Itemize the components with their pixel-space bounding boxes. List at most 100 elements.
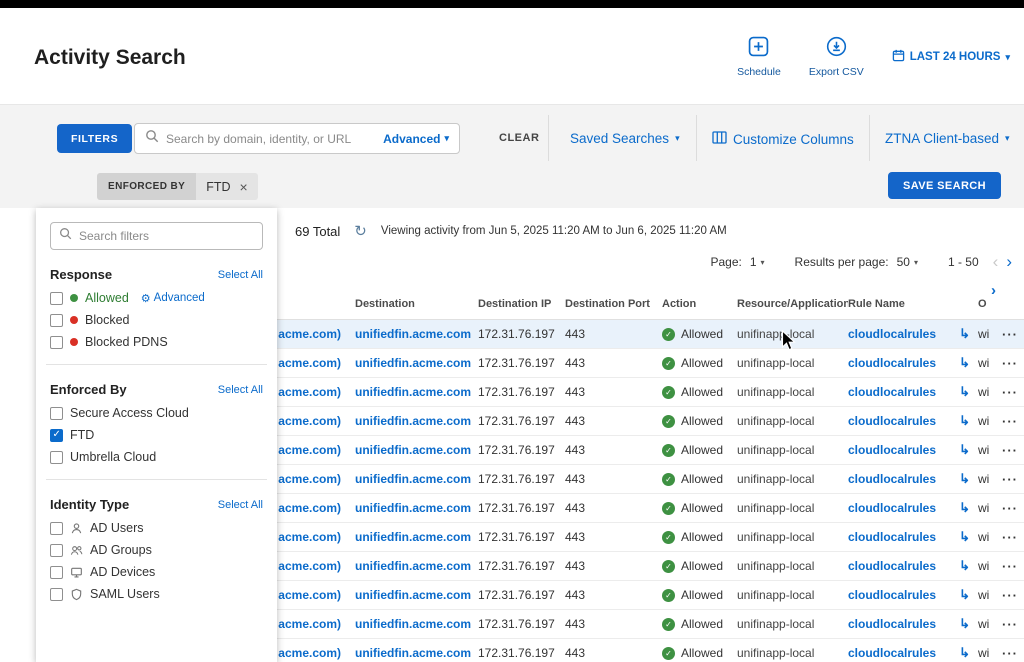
secure-access-cloud-checkbox[interactable] [50,407,63,420]
search-input[interactable] [166,132,376,146]
view-mode-dropdown[interactable]: ZTNA Client-based ▾ [885,131,1010,146]
jump-to-rule-icon[interactable]: ↳ [959,384,970,400]
jump-to-rule-icon[interactable]: ↳ [959,413,970,429]
saml-users-checkbox[interactable] [50,588,63,601]
jump-to-rule-icon[interactable]: ↳ [959,558,970,574]
table-row[interactable]: acme.com) unifiedfin.acme.com 172.31.76.… [277,610,1024,639]
destination-link[interactable]: unifiedfin.acme.com [355,530,478,544]
source-cell[interactable]: acme.com) [277,646,355,660]
table-row[interactable]: acme.com) unifiedfin.acme.com 172.31.76.… [277,465,1024,494]
row-menu-icon[interactable]: ··· [1002,501,1018,516]
column-header-truncated[interactable]: O [978,298,1002,310]
jump-to-rule-icon[interactable]: ↳ [959,616,970,632]
jump-to-rule-icon[interactable]: ↳ [959,500,970,516]
column-header-resource-application[interactable]: Resource/Application [737,298,848,310]
time-range-selector[interactable]: LAST 24 HOURS ▾ [892,49,1010,65]
destination-link[interactable]: unifiedfin.acme.com [355,356,478,370]
row-menu-icon[interactable]: ··· [1002,617,1018,632]
rule-name-link[interactable]: cloudlocalrules [848,327,936,341]
per-page-selector[interactable]: 50 ▾ [897,255,918,269]
ftd-checkbox[interactable] [50,429,63,442]
rule-name-link[interactable]: cloudlocalrules [848,559,936,573]
source-cell[interactable]: acme.com) [277,414,355,428]
schedule-button[interactable]: Schedule [737,36,781,78]
select-all-link[interactable]: Select All [218,384,263,396]
source-cell[interactable]: acme.com) [277,501,355,515]
source-cell[interactable]: acme.com) [277,356,355,370]
table-row[interactable]: acme.com) unifiedfin.acme.com 172.31.76.… [277,639,1024,662]
select-all-link[interactable]: Select All [218,269,263,281]
source-cell[interactable]: acme.com) [277,588,355,602]
rule-name-link[interactable]: cloudlocalrules [848,356,936,370]
clear-button[interactable]: CLEAR [499,132,539,144]
save-search-button[interactable]: SAVE SEARCH [888,172,1001,199]
row-menu-icon[interactable]: ··· [1002,414,1018,429]
jump-to-rule-icon[interactable]: ↳ [959,645,970,661]
blocked-checkbox[interactable] [50,314,63,327]
row-menu-icon[interactable]: ··· [1002,443,1018,458]
source-cell[interactable]: acme.com) [277,327,355,341]
row-menu-icon[interactable]: ··· [1002,588,1018,603]
destination-link[interactable]: unifiedfin.acme.com [355,414,478,428]
table-row[interactable]: acme.com) unifiedfin.acme.com 172.31.76.… [277,320,1024,349]
umbrella-cloud-checkbox[interactable] [50,451,63,464]
ad-users-checkbox[interactable] [50,522,63,535]
refresh-icon[interactable]: ↻ [354,222,367,240]
jump-to-rule-icon[interactable]: ↳ [959,442,970,458]
source-cell[interactable]: acme.com) [277,559,355,573]
row-menu-icon[interactable]: ··· [1002,559,1018,574]
rule-name-link[interactable]: cloudlocalrules [848,443,936,457]
remove-chip-icon[interactable]: × [240,180,248,194]
table-row[interactable]: acme.com) unifiedfin.acme.com 172.31.76.… [277,407,1024,436]
destination-link[interactable]: unifiedfin.acme.com [355,472,478,486]
table-row[interactable]: acme.com) unifiedfin.acme.com 172.31.76.… [277,581,1024,610]
ad-devices-checkbox[interactable] [50,566,63,579]
column-header-destination[interactable]: Destination [355,298,478,310]
row-menu-icon[interactable]: ··· [1002,327,1018,342]
source-cell[interactable]: acme.com) [277,617,355,631]
row-menu-icon[interactable]: ··· [1002,472,1018,487]
filters-button[interactable]: FILTERS [57,124,132,153]
column-header-destination-port[interactable]: Destination Port [565,298,662,310]
row-menu-icon[interactable]: ··· [1002,646,1018,661]
column-header-destination-ip[interactable]: Destination IP [478,298,565,310]
saved-searches-dropdown[interactable]: Saved Searches ▾ [570,131,680,146]
destination-link[interactable]: unifiedfin.acme.com [355,443,478,457]
select-all-link[interactable]: Select All [218,499,263,511]
rule-name-link[interactable]: cloudlocalrules [848,530,936,544]
customize-columns-button[interactable]: Customize Columns [712,131,854,147]
destination-link[interactable]: unifiedfin.acme.com [355,327,478,341]
rule-name-link[interactable]: cloudlocalrules [848,472,936,486]
table-row[interactable]: acme.com) unifiedfin.acme.com 172.31.76.… [277,349,1024,378]
source-cell[interactable]: acme.com) [277,443,355,457]
row-menu-icon[interactable]: ··· [1002,530,1018,545]
advanced-search-toggle[interactable]: Advanced ▾ [383,132,449,146]
destination-link[interactable]: unifiedfin.acme.com [355,588,478,602]
column-header-rule-name[interactable]: Rule Name [848,298,978,310]
jump-to-rule-icon[interactable]: ↳ [959,326,970,342]
column-header-action[interactable]: Action [662,298,737,310]
jump-to-rule-icon[interactable]: ↳ [959,529,970,545]
next-page-icon[interactable]: › [1006,252,1012,272]
source-cell[interactable]: acme.com) [277,385,355,399]
table-row[interactable]: acme.com) unifiedfin.acme.com 172.31.76.… [277,552,1024,581]
destination-link[interactable]: unifiedfin.acme.com [355,501,478,515]
table-row[interactable]: acme.com) unifiedfin.acme.com 172.31.76.… [277,494,1024,523]
rule-name-link[interactable]: cloudlocalrules [848,588,936,602]
jump-to-rule-icon[interactable]: ↳ [959,471,970,487]
export-csv-button[interactable]: Export CSV [809,36,864,78]
jump-to-rule-icon[interactable]: ↳ [959,587,970,603]
blocked-pdns-checkbox[interactable] [50,336,63,349]
filter-search-box[interactable] [50,222,263,250]
advanced-link[interactable]: ⚙ Advanced [141,292,205,305]
destination-link[interactable]: unifiedfin.acme.com [355,385,478,399]
destination-link[interactable]: unifiedfin.acme.com [355,646,478,660]
table-row[interactable]: acme.com) unifiedfin.acme.com 172.31.76.… [277,378,1024,407]
filter-search-input[interactable] [79,229,254,243]
rule-name-link[interactable]: cloudlocalrules [848,501,936,515]
rule-name-link[interactable]: cloudlocalrules [848,646,936,660]
activity-search-box[interactable]: Advanced ▾ [134,123,460,154]
source-cell[interactable]: acme.com) [277,472,355,486]
source-cell[interactable]: acme.com) [277,530,355,544]
destination-link[interactable]: unifiedfin.acme.com [355,617,478,631]
